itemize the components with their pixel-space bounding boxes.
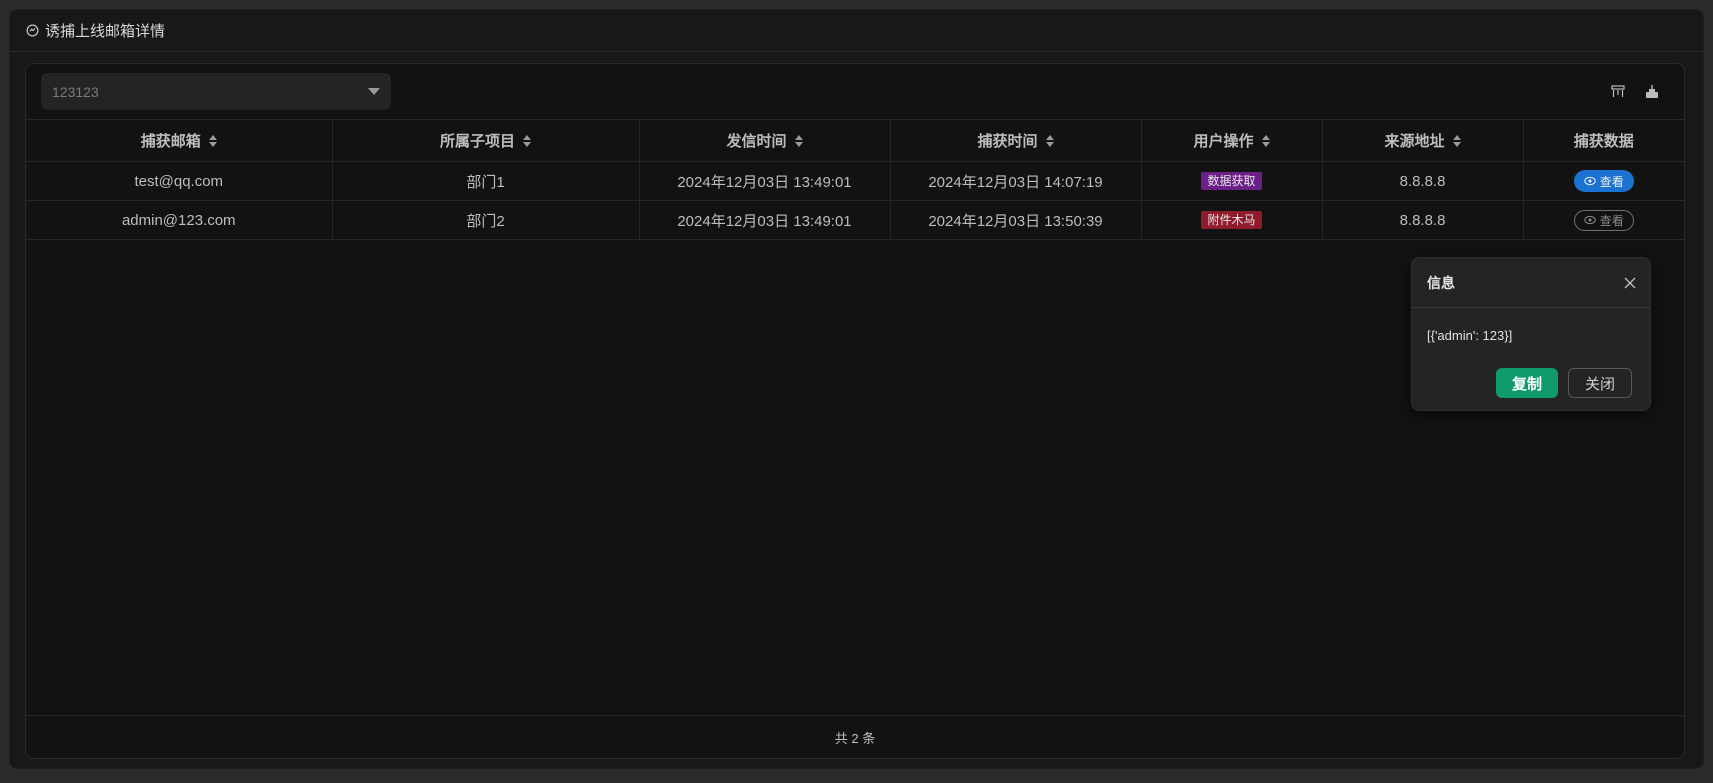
cell-source: 8.8.8.8 [1322,161,1524,201]
view-button-label: 查看 [1599,213,1624,228]
close-icon[interactable] [1624,277,1636,289]
info-popover: 信息 [{'admin': 123}] 复制 关闭 [1411,257,1651,411]
sort-icon[interactable] [208,135,217,147]
table-panel: 123123 捕获邮箱 所属子项目 发信时间 捕获时间 用户操作 来源地址 捕获… [25,63,1685,759]
table-row: admin@123.com 部门2 2024年12月03日 13:49:01 2… [26,200,1684,240]
toolbar: 123123 [26,64,1684,119]
sort-icon[interactable] [1045,135,1054,147]
view-button[interactable]: 查看 [1573,170,1634,192]
action-tag: 数据获取 [1201,172,1262,190]
cell-user-action: 数据获取 [1141,161,1323,201]
cell-capture-time: 2024年12月03日 14:07:19 [890,161,1142,201]
view-button-label: 查看 [1599,174,1624,189]
close-button[interactable]: 关闭 [1567,368,1632,398]
cell-sent-time: 2024年12月03日 13:49:01 [639,200,891,240]
sort-icon[interactable] [523,135,531,147]
cell-sent-time: 2024年12月03日 13:49:01 [639,161,891,201]
col-header-source[interactable]: 来源地址 [1322,119,1524,162]
cell-user-action: 附件木马 [1141,200,1323,240]
cell-email: admin@123.com [26,200,333,240]
project-select-value: 123123 [52,83,99,100]
caret-down-icon[interactable] [368,88,380,95]
cell-project: 部门1 [332,161,640,201]
sort-icon[interactable] [1452,135,1461,147]
popover-content: [{'admin': 123}] [1427,328,1513,343]
cell-email: test@qq.com [26,161,333,201]
window-header: 诱捕上线邮箱详情 [10,10,1703,52]
window-title: 诱捕上线邮箱详情 [45,23,166,40]
popover-header: 信息 [1412,258,1650,308]
sort-icon[interactable] [794,135,803,147]
cell-capture-time: 2024年12月03日 13:50:39 [890,200,1142,240]
col-header-user-action[interactable]: 用户操作 [1141,119,1323,162]
total-count: 共 2 条 [834,730,876,746]
col-header-project[interactable]: 所属子项目 [332,119,640,162]
cell-project: 部门2 [332,200,640,240]
action-tag: 附件木马 [1201,211,1262,229]
table-row: test@qq.com 部门1 2024年12月03日 13:49:01 202… [26,161,1684,201]
popover-actions: 复制 关闭 [1495,368,1632,398]
view-button[interactable]: 查看 [1573,209,1634,231]
copy-button[interactable]: 复制 [1495,368,1558,398]
col-header-email[interactable]: 捕获邮箱 [26,119,333,162]
columns-icon[interactable] [1610,84,1626,100]
sort-icon[interactable] [1261,135,1270,147]
eye-icon [1584,176,1596,186]
col-header-captured-data: 捕获数据 [1523,119,1684,162]
table-header-row: 捕获邮箱 所属子项目 发信时间 捕获时间 用户操作 来源地址 捕获数据 [26,119,1684,162]
refresh-circle-icon [26,24,39,37]
project-select[interactable]: 123123 [41,73,391,110]
cell-source: 8.8.8.8 [1322,200,1524,240]
export-icon[interactable] [1644,84,1660,100]
popover-title: 信息 [1427,274,1455,291]
cell-captured-data: 查看 [1523,161,1684,201]
col-header-sent-time[interactable]: 发信时间 [639,119,891,162]
capture-table: 捕获邮箱 所属子项目 发信时间 捕获时间 用户操作 来源地址 捕获数据 test… [26,119,1684,240]
pagination-footer: 共 2 条 [26,715,1684,758]
eye-icon [1584,215,1596,225]
col-header-capture-time[interactable]: 捕获时间 [890,119,1142,162]
cell-captured-data: 查看 [1523,200,1684,240]
